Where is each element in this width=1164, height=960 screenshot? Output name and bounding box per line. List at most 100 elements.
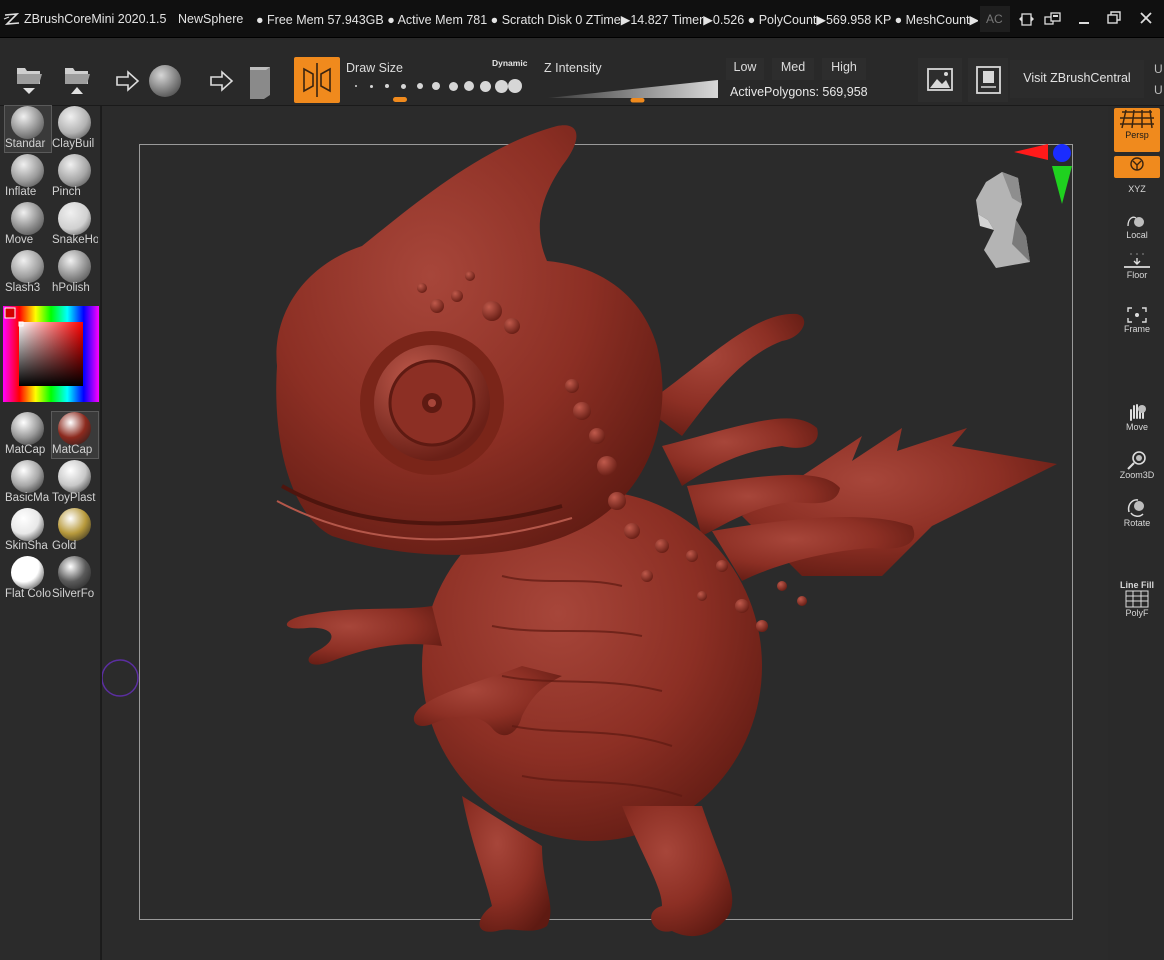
move-view-button[interactable]: Move [1114, 402, 1160, 438]
zoom3d-label: Zoom3D [1119, 470, 1155, 480]
edge-truncated-label: U [1154, 83, 1163, 97]
material-basicma[interactable]: BasicMa [5, 460, 51, 506]
color-picker[interactable] [3, 306, 99, 402]
material-preview-icon [11, 460, 44, 493]
open-project-icon[interactable] [14, 60, 44, 96]
material-preview-icon [11, 556, 44, 589]
move-label: Move [1125, 422, 1148, 432]
app-title: ZBrushCoreMini 2020.1.5 [24, 12, 167, 26]
brush-hpolish[interactable]: hPolish [52, 250, 98, 296]
draw-size-label: Draw Size [346, 61, 403, 75]
window-tile-icon[interactable] [1044, 12, 1061, 27]
truncated-menu[interactable]: AC [980, 6, 1010, 32]
draw-size-dot[interactable] [385, 84, 389, 88]
free-mem-stat: ● Free Mem 57.943GB [256, 13, 384, 27]
floor-icon [1124, 253, 1150, 268]
brush-claybuil[interactable]: ClayBuil [52, 106, 98, 152]
rotate-button[interactable]: Rotate [1114, 498, 1160, 534]
title-bar: ZBrushCoreMini 2020.1.5 NewSphere ● Free… [0, 0, 1164, 38]
z-intensity-slider[interactable] [546, 78, 722, 104]
floor-grid-toggle[interactable] [1114, 156, 1160, 178]
brush-pinch[interactable]: Pinch [52, 154, 98, 200]
draw-size-thumb[interactable] [392, 97, 407, 102]
grid-axis-icon [1130, 157, 1144, 171]
brush-label: hPolish [52, 282, 90, 294]
scratch-disk-stat: ● Scratch Disk 0 [490, 13, 583, 27]
brush-label: Standar [5, 138, 46, 150]
local-button[interactable]: Local [1114, 214, 1160, 244]
material-label: Flat Colo [5, 588, 51, 600]
material-skinsha[interactable]: SkinSha [5, 508, 51, 554]
draw-size-dot[interactable] [448, 81, 458, 91]
material-matcap[interactable]: MatCap [51, 411, 99, 459]
level-low-button[interactable]: Low [726, 58, 764, 80]
draw-size-dot[interactable] [494, 79, 508, 93]
help-document-icon[interactable] [968, 58, 1008, 102]
material-toyplast[interactable]: ToyPlast [52, 460, 98, 506]
draw-size-dot[interactable] [508, 79, 522, 93]
frame-label: Frame [1123, 324, 1150, 334]
brush-snakeho[interactable]: SnakeHo [52, 202, 98, 248]
brush-preview-icon [11, 250, 44, 283]
level-med-button[interactable]: Med [772, 58, 814, 80]
layout-swap-icon[interactable] [1018, 12, 1035, 27]
polycount-stat: ● PolyCount▶569.958 KP [747, 13, 892, 27]
symmetry-toggle[interactable] [294, 57, 340, 103]
brush-preview-icon [58, 202, 91, 235]
brush-cursor [102, 659, 139, 697]
viewport-canvas[interactable] [102, 106, 1108, 960]
floor-button[interactable]: Floor [1114, 252, 1160, 292]
restore-icon[interactable] [1106, 10, 1122, 26]
draw-size-dot[interactable] [464, 81, 474, 91]
material-matcap[interactable]: MatCap [5, 412, 51, 458]
line-fill-button[interactable]: Line Fill PolyF [1114, 580, 1160, 620]
dynamic-toggle[interactable]: Dynamic [492, 58, 527, 68]
magnifier-icon [1127, 451, 1146, 470]
close-icon[interactable] [1138, 10, 1154, 26]
brush-move[interactable]: Move [5, 202, 51, 248]
material-silverfo[interactable]: SilverFo [52, 556, 98, 602]
draw-size-dot[interactable] [479, 80, 491, 92]
axis-gizmo[interactable] [1014, 142, 1076, 206]
brush-preview-icon [11, 154, 44, 187]
brush-label: Pinch [52, 186, 81, 198]
draw-size-dot[interactable] [355, 85, 357, 87]
zbrush-logo-icon [3, 13, 20, 25]
draw-size-dot[interactable] [417, 83, 423, 89]
brush-preview-icon [58, 250, 91, 283]
z-intensity-thumb[interactable] [630, 98, 645, 103]
insert-mesh-icon[interactable] [208, 64, 278, 100]
xyz-axis-button[interactable]: XYZ [1114, 184, 1160, 206]
persp-toggle[interactable]: Persp [1114, 108, 1160, 152]
meshcount-stat: ● MeshCount▶ [894, 13, 978, 27]
draw-size-dot[interactable] [369, 84, 373, 88]
polyframe-icon [1125, 590, 1149, 608]
material-preview-icon [58, 556, 91, 589]
brush-preview-icon [58, 154, 91, 187]
brush-slash3[interactable]: Slash3 [5, 250, 51, 296]
save-project-icon[interactable] [62, 60, 92, 96]
material-label: BasicMa [5, 492, 50, 504]
brush-inflate[interactable]: Inflate [5, 154, 51, 200]
render-image-icon[interactable] [918, 58, 962, 102]
visit-zbrushcentral-button[interactable]: Visit ZBrushCentral [1010, 60, 1144, 98]
frame-button[interactable]: Frame [1114, 306, 1160, 342]
draw-size-dot[interactable] [400, 83, 406, 89]
timer-stat: Timer▶0.526 [671, 13, 745, 27]
brush-standar[interactable]: Standar [4, 105, 52, 153]
level-high-button[interactable]: High [822, 58, 866, 80]
minimize-icon[interactable] [1076, 10, 1092, 26]
zoom3d-button[interactable]: Zoom3D [1114, 450, 1160, 486]
material-preview-icon [58, 508, 91, 541]
local-label: Local [1126, 230, 1148, 240]
material-gold[interactable]: Gold [52, 508, 98, 554]
draw-size-dot[interactable] [432, 82, 440, 90]
material-flat-colo[interactable]: Flat Colo [5, 556, 51, 602]
floor-label: Floor [1126, 270, 1148, 280]
sculpt-model[interactable] [102, 106, 1108, 960]
brush-preview-icon [58, 106, 91, 139]
material-label: MatCap [52, 444, 93, 456]
brush-preview-icon [11, 202, 44, 235]
insert-sphere-icon[interactable] [114, 64, 186, 100]
material-preview-icon [11, 508, 44, 541]
